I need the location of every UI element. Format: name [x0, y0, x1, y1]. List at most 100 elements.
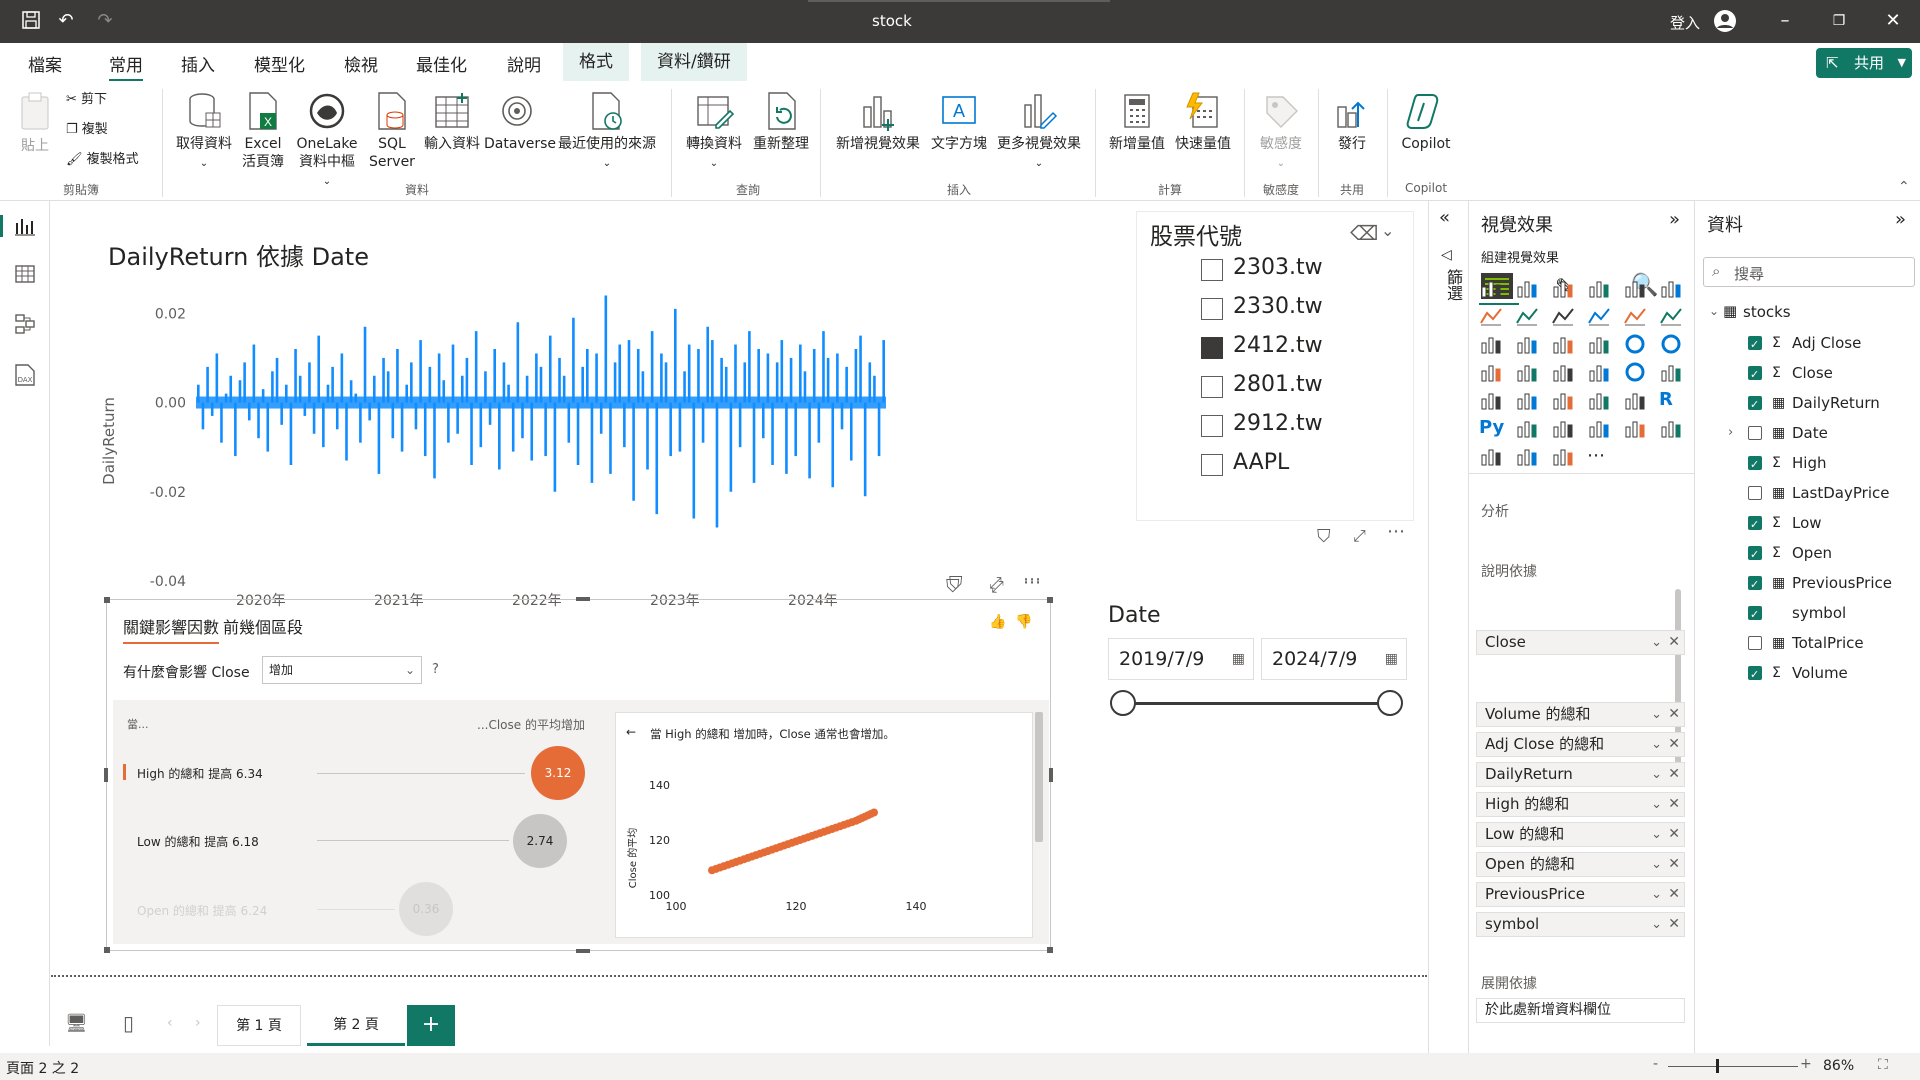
button-slicer-icon[interactable]	[1551, 445, 1577, 471]
format-painter-button[interactable]: 🖌 複製格式	[66, 151, 139, 169]
explain-by-field[interactable]: PreviousPrice ⌄ ✕	[1476, 882, 1685, 907]
dataverse-button[interactable]: Dataverse	[484, 91, 556, 153]
field-item[interactable]: symbol	[1748, 602, 1918, 626]
checkbox[interactable]	[1748, 636, 1762, 650]
field-item[interactable]: Σ Volume	[1748, 662, 1918, 686]
tab-modeling[interactable]: 模型化	[254, 51, 305, 76]
model-view-icon[interactable]	[14, 313, 36, 339]
field-item[interactable]: ▦ PreviousPrice	[1748, 572, 1918, 596]
undo-icon[interactable]: ↶	[55, 10, 77, 32]
chevron-down-icon[interactable]: ⌄	[1709, 304, 1719, 318]
onelake-button[interactable]: OneLake 資料中樞 ⌄	[294, 91, 360, 191]
remove-field-icon[interactable]: ✕	[1668, 631, 1680, 654]
focus-mode-icon[interactable]: ⤢	[1353, 526, 1366, 546]
donut-chart-icon[interactable]	[1659, 333, 1685, 359]
filled-map-icon[interactable]	[1551, 361, 1577, 387]
gauge-icon[interactable]	[1623, 361, 1649, 387]
chevron-down-icon[interactable]: ⌄	[1651, 913, 1662, 936]
treemap-icon[interactable]	[1479, 361, 1505, 387]
refresh-button[interactable]: 重新整理	[748, 91, 814, 153]
scrollbar[interactable]	[1035, 712, 1043, 842]
explain-by-field[interactable]: Open 的總和 ⌄ ✕	[1476, 852, 1685, 877]
resize-handle[interactable]	[576, 949, 590, 953]
chevron-down-icon[interactable]: ⌄	[1651, 763, 1662, 786]
influencer-row-label[interactable]: Low 的總和 提高 6.18	[137, 833, 259, 850]
chevron-down-icon[interactable]: ⌄	[1651, 853, 1662, 876]
tab-help[interactable]: 說明	[507, 51, 541, 76]
next-page-icon[interactable]: ›	[195, 1015, 201, 1031]
copy-button[interactable]: ❐ 複製	[66, 121, 108, 139]
zoom-slider-track[interactable]	[1668, 1066, 1798, 1067]
filter-icon[interactable]: ⛉	[1317, 526, 1331, 547]
zoom-out-icon[interactable]: -	[1653, 1056, 1658, 1072]
dax-query-icon[interactable]: DAX	[12, 363, 38, 391]
funnel-chart-icon[interactable]	[1551, 333, 1577, 359]
waterfall-chart-icon[interactable]	[1515, 333, 1541, 359]
filter-icon[interactable]: ⛉	[946, 576, 960, 597]
stacked-bar-chart-icon[interactable]	[1479, 277, 1505, 303]
share-button[interactable]: ⇱ 共用 ▼	[1816, 48, 1912, 78]
scatter-chart-icon[interactable]	[1587, 333, 1613, 359]
checkbox[interactable]	[1748, 544, 1762, 566]
checkbox[interactable]	[1748, 664, 1762, 686]
field-item[interactable]: Σ Adj Close	[1748, 332, 1918, 356]
thumbs-down-icon[interactable]: 👎	[1015, 614, 1032, 630]
mobile-layout-icon[interactable]: ▯	[123, 1011, 134, 1035]
minimize-icon[interactable]: –	[1774, 10, 1796, 32]
more-visuals-icon[interactable]: ⋯	[1587, 445, 1613, 471]
field-item[interactable]: ▦ TotalPrice	[1748, 632, 1918, 654]
eraser-icon[interactable]: ⌫	[1350, 221, 1378, 245]
zoom-in-icon[interactable]: +	[1800, 1056, 1812, 1072]
date-end-handle[interactable]	[1377, 690, 1403, 716]
checkbox[interactable]	[1201, 259, 1223, 281]
checkbox[interactable]	[1748, 364, 1762, 386]
explain-by-field[interactable]: symbol ⌄ ✕	[1476, 912, 1685, 937]
enter-data-button[interactable]: 輸入資料	[420, 91, 484, 153]
kpi-icon[interactable]	[1515, 389, 1541, 415]
multi-row-card-icon[interactable]	[1479, 389, 1505, 415]
field-item[interactable]: Σ High	[1748, 452, 1918, 476]
remove-field-icon[interactable]: ✕	[1668, 793, 1680, 816]
remove-field-icon[interactable]: ✕	[1668, 853, 1680, 876]
close-icon[interactable]: ✕	[1882, 10, 1904, 32]
resize-handle[interactable]	[1049, 768, 1053, 782]
paste-button[interactable]: 貼上	[14, 91, 56, 155]
restore-icon[interactable]: ❐	[1828, 10, 1850, 32]
explain-by-field[interactable]: Low 的總和 ⌄ ✕	[1476, 822, 1685, 847]
checkbox[interactable]	[1201, 298, 1223, 320]
resize-handle[interactable]	[104, 597, 110, 603]
line-clustered-column-chart-icon[interactable]	[1659, 305, 1685, 331]
100-area-chart-icon[interactable]	[1587, 305, 1613, 331]
chevron-down-icon[interactable]: ⌄	[1651, 793, 1662, 816]
table-visual-icon[interactable]	[1587, 389, 1613, 415]
100-bar-chart-icon[interactable]	[1623, 277, 1649, 303]
card-new-icon[interactable]	[1515, 445, 1541, 471]
tab-file[interactable]: 檔案	[28, 51, 62, 76]
resize-handle[interactable]	[1047, 947, 1053, 953]
checkbox[interactable]	[1748, 426, 1762, 440]
back-arrow-icon[interactable]: ←	[626, 725, 636, 739]
new-visual-button[interactable]: 新增視覺效果	[830, 91, 926, 153]
date-end-input[interactable]: 2024/7/9 ▦	[1261, 638, 1407, 680]
key-influencers-visual[interactable]: 關鍵影響因數 前幾個區段 👍 👎 有什麼會影響 Close 增加 ⌄ ? 當..…	[104, 597, 1053, 953]
field-item[interactable]: ▦ LastDayPrice	[1748, 482, 1918, 504]
expand-by-drop-zone[interactable]: 於此處新增資料欄位	[1476, 998, 1685, 1023]
slicer-icon[interactable]	[1551, 389, 1577, 415]
chevron-down-icon[interactable]: ⌄	[1651, 883, 1662, 906]
resize-handle[interactable]	[104, 947, 110, 953]
filters-pane-collapsed[interactable]: « ◁ 篩選	[1428, 201, 1468, 1053]
clustered-bar-chart-icon[interactable]	[1551, 277, 1577, 303]
publish-button[interactable]: 發行	[1324, 91, 1380, 153]
calendar-icon[interactable]: ▦	[1385, 639, 1398, 679]
influencer-bubble[interactable]: 2.74	[513, 814, 567, 868]
field-item[interactable]: › ▦ Date	[1728, 422, 1918, 444]
remove-field-icon[interactable]: ✕	[1668, 763, 1680, 786]
get-data-button[interactable]: 取得資料 ⌄	[172, 91, 236, 173]
influencer-row-label[interactable]: High 的總和 提高 6.34	[137, 765, 263, 782]
clustered-column-chart-icon[interactable]	[1587, 277, 1613, 303]
explain-by-field[interactable]: Adj Close 的總和 ⌄ ✕	[1476, 732, 1685, 757]
remove-field-icon[interactable]: ✕	[1668, 913, 1680, 936]
checkbox[interactable]	[1748, 394, 1762, 416]
remove-field-icon[interactable]: ✕	[1668, 703, 1680, 726]
desktop-layout-icon[interactable]: 🖥	[65, 1013, 88, 1034]
